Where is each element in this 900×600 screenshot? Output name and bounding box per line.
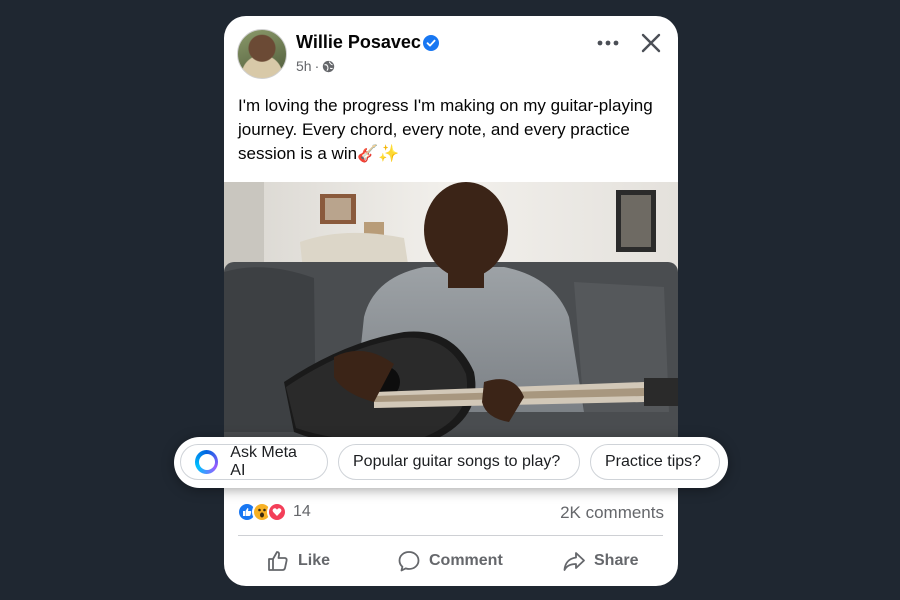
- avatar[interactable]: [237, 29, 287, 79]
- like-button[interactable]: Like: [266, 538, 330, 584]
- thumbs-up-icon: [268, 551, 288, 571]
- suggestion-label-songs: Popular guitar songs to play?: [353, 453, 561, 470]
- ask-meta-ai-chip[interactable]: Ask Meta AI: [180, 444, 328, 480]
- post-card: Willie Posavec 5h · I'm loving the progr…: [224, 16, 678, 586]
- post-photo[interactable]: [224, 182, 678, 452]
- meta-separator: ·: [314, 58, 320, 74]
- globe-icon: [323, 60, 335, 72]
- comment-button[interactable]: Comment: [397, 538, 503, 584]
- suggestion-chip-tips[interactable]: Practice tips?: [590, 444, 720, 480]
- like-label: Like: [298, 552, 331, 569]
- post-header: Willie Posavec 5h ·: [224, 16, 678, 96]
- verified-badge-icon: [423, 35, 439, 51]
- divider: [238, 535, 663, 536]
- love-reaction-icon: [267, 502, 287, 522]
- share-label: Share: [594, 552, 639, 569]
- post-text: I'm loving the progress I'm making on my…: [238, 96, 653, 163]
- share-button[interactable]: Share: [562, 538, 638, 584]
- share-arrow-icon: [563, 552, 585, 571]
- reactions-summary[interactable]: 14: [237, 502, 311, 522]
- ask-meta-ai-label: Ask Meta AI: [230, 444, 297, 479]
- suggestion-chip-songs[interactable]: Popular guitar songs to play?: [338, 444, 580, 480]
- post-meta: 5h ·: [296, 58, 335, 74]
- comment-label: Comment: [429, 552, 503, 569]
- comment-bubble-icon: [398, 551, 420, 572]
- action-bar: Like Comment Share: [224, 538, 678, 584]
- reaction-count: 14: [293, 503, 311, 520]
- more-icon[interactable]: [596, 36, 620, 50]
- meta-ai-suggestions: Ask Meta AI Popular guitar songs to play…: [174, 437, 728, 488]
- meta-ai-ring-icon: [195, 450, 219, 474]
- timestamp[interactable]: 5h: [296, 58, 312, 74]
- comments-count[interactable]: 2K comments: [560, 503, 664, 523]
- suggestion-label-tips: Practice tips?: [605, 453, 702, 470]
- close-icon[interactable]: [640, 32, 662, 54]
- author-name[interactable]: Willie Posavec: [296, 32, 421, 53]
